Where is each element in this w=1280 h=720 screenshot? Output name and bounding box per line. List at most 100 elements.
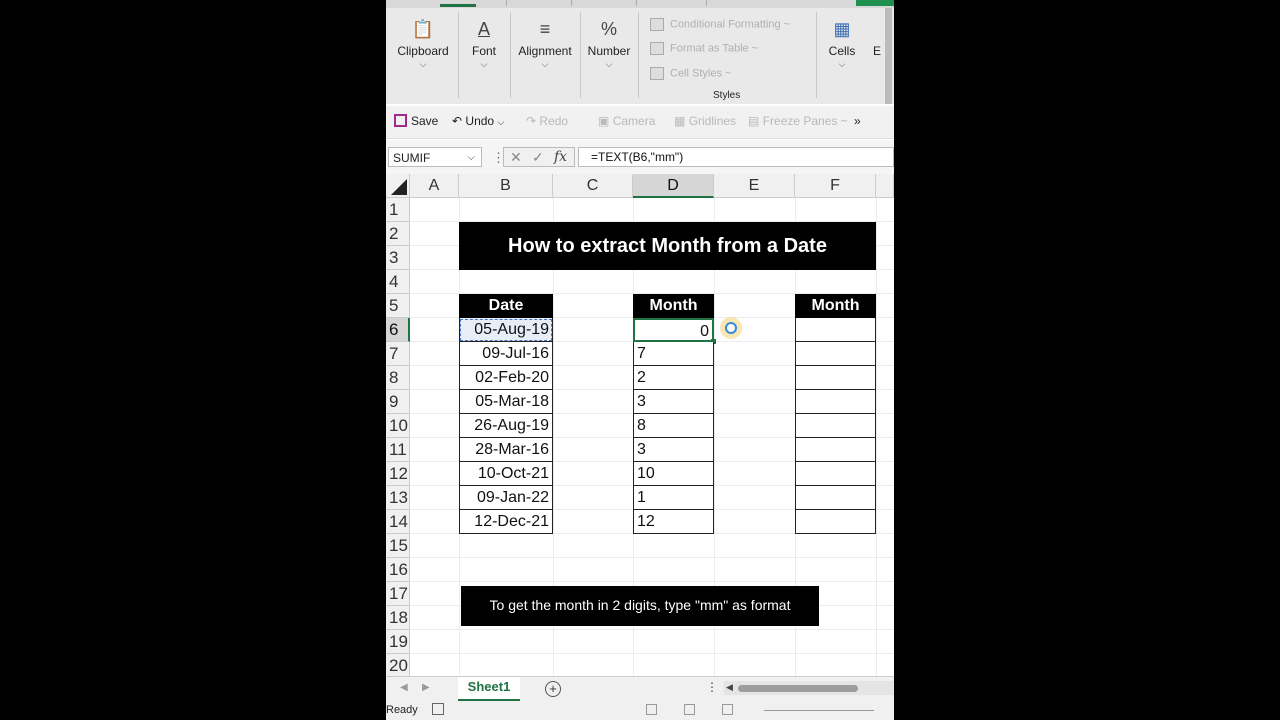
row-header[interactable]: 14 — [386, 510, 410, 534]
row-header[interactable]: 19 — [386, 630, 410, 654]
row-header[interactable]: 6 — [386, 318, 410, 342]
month2-cell[interactable] — [795, 510, 876, 534]
row-header[interactable]: 12 — [386, 462, 410, 486]
row-header[interactable]: 4 — [386, 270, 410, 294]
scroll-left-icon[interactable]: ◀ — [400, 682, 408, 693]
month2-cell[interactable] — [795, 366, 876, 390]
month-cell[interactable]: 12 — [633, 510, 714, 534]
add-sheet-button[interactable]: + — [545, 681, 561, 697]
date-cell[interactable]: 28-Mar-16 — [459, 438, 553, 462]
column-header-c[interactable]: C — [553, 174, 633, 198]
month-cell[interactable]: 2 — [633, 366, 714, 390]
share-button[interactable] — [856, 0, 894, 6]
row-header[interactable]: 13 — [386, 486, 410, 510]
month2-cell[interactable] — [795, 414, 876, 438]
month-cell[interactable]: 3 — [633, 438, 714, 462]
freeze-panes-button[interactable]: ▤ Freeze Panes ~ — [748, 114, 848, 128]
ribbon-scrollbar[interactable] — [885, 8, 892, 104]
save-button[interactable]: Save — [394, 114, 438, 128]
row-header[interactable]: 2 — [386, 222, 410, 246]
gridlines-icon: ▦ — [674, 114, 686, 128]
enter-icon[interactable]: ✓ — [532, 149, 544, 166]
date-cell[interactable]: 02-Feb-20 — [459, 366, 553, 390]
date-cell[interactable]: 09-Jul-16 — [459, 342, 553, 366]
row-header[interactable]: 1 — [386, 198, 410, 222]
sheet-tab-sheet1[interactable]: Sheet1 — [458, 677, 520, 701]
date-cell[interactable]: 10-Oct-21 — [459, 462, 553, 486]
month-cell[interactable]: 10 — [633, 462, 714, 486]
undo-button[interactable]: ↶ Undo ⌵ — [452, 114, 504, 128]
camera-button[interactable]: ▣ Camera — [598, 114, 655, 128]
conditional-formatting-button[interactable]: Conditional Formatting ~ — [650, 18, 790, 31]
scrollbar-thumb[interactable] — [738, 685, 858, 692]
cell-styles-icon — [650, 67, 664, 80]
page-layout-icon[interactable] — [684, 704, 695, 715]
zoom-slider[interactable] — [764, 710, 874, 711]
ribbon-group-editing[interactable]: E — [870, 18, 884, 58]
ribbon-group-clipboard[interactable]: 📋 Clipboard ⌵ — [394, 18, 452, 70]
normal-view-icon[interactable] — [646, 704, 657, 715]
sheet-title[interactable]: How to extract Month from a Date — [459, 222, 876, 270]
cancel-icon[interactable]: ✕ — [510, 149, 522, 166]
scroll-left-icon[interactable]: ◀ — [726, 682, 733, 693]
month-cell[interactable]: 8 — [633, 414, 714, 438]
more-icon[interactable]: ⋮ — [706, 680, 718, 694]
row-header[interactable]: 17 — [386, 582, 410, 606]
column-header-a[interactable]: A — [410, 174, 459, 198]
month2-cell[interactable] — [795, 438, 876, 462]
page-break-icon[interactable] — [722, 704, 733, 715]
row-header[interactable]: 16 — [386, 558, 410, 582]
tip-textbox[interactable]: To get the month in 2 digits, type "mm" … — [461, 586, 819, 626]
insert-function-icon[interactable]: fx — [554, 149, 567, 165]
month-cell[interactable]: 1 — [633, 486, 714, 510]
row-header[interactable]: 5 — [386, 294, 410, 318]
column-header-g[interactable] — [876, 174, 894, 198]
formula-input[interactable]: =TEXT(B6,"mm") — [578, 147, 894, 167]
column-header-b[interactable]: B — [459, 174, 553, 198]
row-header[interactable]: 9 — [386, 390, 410, 414]
row-header[interactable]: 11 — [386, 438, 410, 462]
chevron-down-icon: ⌵ — [467, 152, 475, 163]
row-header[interactable]: 8 — [386, 366, 410, 390]
month2-cell[interactable] — [795, 342, 876, 366]
horizontal-scrollbar[interactable]: ◀ — [724, 681, 894, 695]
date-header[interactable]: Date — [459, 294, 553, 318]
month2-cell[interactable] — [795, 486, 876, 510]
month2-cell[interactable] — [795, 390, 876, 414]
date-cell[interactable]: 05-Aug-19 — [459, 318, 553, 342]
column-header-f[interactable]: F — [795, 174, 876, 198]
scroll-right-icon[interactable]: ▶ — [422, 682, 430, 693]
month-cell[interactable]: 3 — [633, 390, 714, 414]
month-cell[interactable]: 7 — [633, 342, 714, 366]
cell-styles-button[interactable]: Cell Styles ~ — [650, 67, 731, 80]
select-all-button[interactable] — [386, 174, 410, 198]
column-header-d[interactable]: D — [633, 174, 714, 198]
gridlines-button[interactable]: ▦ Gridlines — [674, 114, 736, 128]
row-header[interactable]: 15 — [386, 534, 410, 558]
row-header[interactable]: 7 — [386, 342, 410, 366]
ribbon-group-cells[interactable]: ▦ Cells ⌵ — [822, 18, 862, 70]
ribbon-group-font[interactable]: A Font ⌵ — [462, 18, 506, 70]
more-commands-button[interactable]: » — [854, 114, 861, 128]
date-cell[interactable]: 09-Jan-22 — [459, 486, 553, 510]
month-header[interactable]: Month — [633, 294, 714, 318]
row-header[interactable]: 3 — [386, 246, 410, 270]
name-box[interactable]: SUMIF ⌵ — [388, 147, 482, 167]
month-header-2[interactable]: Month — [795, 294, 876, 318]
date-cell[interactable]: 12-Dec-21 — [459, 510, 553, 534]
row-header[interactable]: 18 — [386, 606, 410, 630]
macro-record-icon[interactable] — [432, 703, 444, 715]
active-cell-d6[interactable]: 0 — [633, 318, 714, 342]
month2-cell[interactable] — [795, 462, 876, 486]
redo-button[interactable]: ↷ Redo — [526, 114, 568, 128]
date-cell[interactable]: 26-Aug-19 — [459, 414, 553, 438]
active-tab-indicator — [440, 4, 476, 7]
ribbon-group-number[interactable]: % Number ⌵ — [584, 18, 634, 70]
column-header-e[interactable]: E — [714, 174, 795, 198]
ribbon-group-alignment[interactable]: ≡ Alignment ⌵ — [514, 18, 576, 70]
month2-cell[interactable] — [795, 318, 876, 342]
row-header[interactable]: 20 — [386, 654, 410, 678]
date-cell[interactable]: 05-Mar-18 — [459, 390, 553, 414]
format-as-table-button[interactable]: Format as Table ~ — [650, 42, 758, 55]
row-header[interactable]: 10 — [386, 414, 410, 438]
